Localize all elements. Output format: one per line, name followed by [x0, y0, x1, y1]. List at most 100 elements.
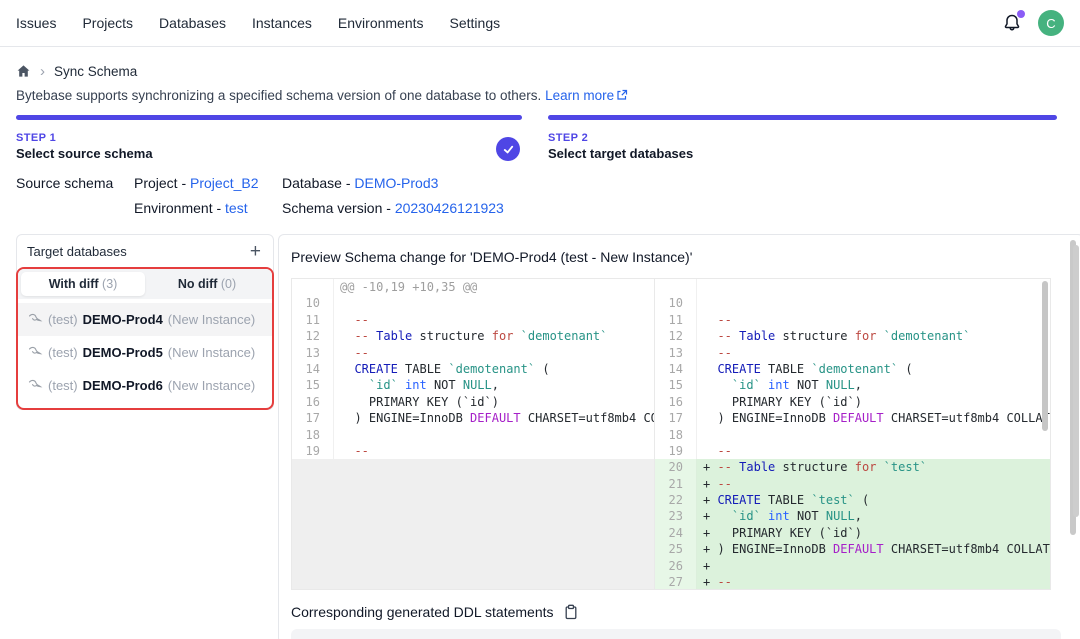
diff-line: 27+ --: [655, 574, 1050, 589]
diff-line: 22+ CREATE TABLE `test` (: [655, 492, 1050, 508]
diff-line: 14 CREATE TABLE `demotenant` (: [292, 361, 654, 377]
line-number: 10: [292, 295, 334, 311]
mysql-icon: [28, 312, 43, 327]
line-number: 19: [292, 443, 334, 459]
code-content: --: [334, 312, 654, 328]
schema-version-link[interactable]: 20230426121923: [395, 200, 504, 216]
line-number: 20: [655, 459, 697, 475]
code-content: `id` int NOT NULL,: [697, 377, 1050, 393]
no-diff-count: (0): [221, 277, 236, 291]
nav-item-instances[interactable]: Instances: [252, 15, 312, 31]
code-content: PRIMARY KEY (`id`): [697, 394, 1050, 410]
learn-more-link[interactable]: Learn more: [545, 88, 628, 103]
diff-line: 14 CREATE TABLE `demotenant` (: [655, 361, 1050, 377]
step-1-label: STEP 1: [16, 132, 522, 144]
code-content: [697, 427, 1050, 443]
line-number: 12: [655, 328, 697, 344]
line-number: 10: [655, 295, 697, 311]
breadcrumb: › Sync Schema: [16, 64, 1064, 79]
code-content: + -- Table structure for `test`: [697, 459, 1050, 475]
diff-line: 21+ --: [655, 476, 1050, 492]
line-number: 21: [655, 476, 697, 492]
source-schema-summary: Source schema Project - Project_B2 Datab…: [16, 175, 1064, 216]
diff-line: 23+ `id` int NOT NULL,: [655, 508, 1050, 524]
step-indicator: STEP 1 Select source schema STEP 2 Selec…: [16, 115, 1057, 161]
diff-line: 19 --: [655, 443, 1050, 459]
diff-line: 25+ ) ENGINE=InnoDB DEFAULT CHARSET=utf8…: [655, 541, 1050, 557]
home-icon[interactable]: [16, 64, 31, 79]
tab-with-diff[interactable]: With diff (3): [21, 272, 145, 296]
code-content: [697, 295, 1050, 311]
code-content: PRIMARY KEY (`id`): [334, 394, 654, 410]
tab-no-diff[interactable]: No diff (0): [145, 272, 269, 296]
diff-line: 17 ) ENGINE=InnoDB DEFAULT CHARSET=utf8m…: [292, 410, 654, 426]
step-2-title: Select target databases: [548, 146, 1057, 161]
nav-item-issues[interactable]: Issues: [16, 15, 56, 31]
code-content: ) ENGINE=InnoDB DEFAULT CHARSET=utf8mb4 …: [697, 410, 1050, 426]
diff-line: 12 -- Table structure for `demotenant`: [292, 328, 654, 344]
diff-line: 15 `id` int NOT NULL,: [292, 377, 654, 393]
code-content: -- Table structure for `demotenant`: [697, 328, 1050, 344]
line-number: 15: [655, 377, 697, 393]
code-content: [334, 295, 654, 311]
add-target-database-button[interactable]: +: [248, 242, 263, 261]
intro-text: Bytebase supports synchronizing a specif…: [16, 88, 1064, 103]
target-databases-title: Target databases: [27, 244, 127, 259]
line-number: 13: [292, 345, 334, 361]
main-content: Target databases + With diff (3) No diff…: [16, 234, 1062, 639]
target-database-item[interactable]: (test) DEMO-Prod6 (New Instance): [18, 369, 272, 402]
code-content: + `id` int NOT NULL,: [697, 508, 1050, 524]
line-number: 13: [655, 345, 697, 361]
environment-link[interactable]: test: [225, 200, 248, 216]
mysql-icon: [28, 345, 43, 360]
step-2-bar: [548, 115, 1057, 120]
nav-item-databases[interactable]: Databases: [159, 15, 226, 31]
line-number: 25: [655, 541, 697, 557]
database-link[interactable]: DEMO-Prod3: [354, 175, 438, 191]
line-number: 22: [655, 492, 697, 508]
top-navbar: Issues Projects Databases Instances Envi…: [0, 0, 1080, 47]
window-scrollbar[interactable]: [1073, 245, 1079, 517]
code-content: --: [697, 345, 1050, 361]
avatar[interactable]: C: [1038, 10, 1064, 36]
nav-item-environments[interactable]: Environments: [338, 15, 424, 31]
db-name: DEMO-Prod5: [83, 345, 163, 360]
diff-line: [655, 279, 1050, 295]
ddl-section-title: Corresponding generated DDL statements: [291, 604, 554, 620]
editor-scrollbar[interactable]: [1042, 281, 1048, 431]
diff-line: 12 -- Table structure for `demotenant`: [655, 328, 1050, 344]
diff-line: 17 ) ENGINE=InnoDB DEFAULT CHARSET=utf8m…: [655, 410, 1050, 426]
target-database-item[interactable]: (test) DEMO-Prod5 (New Instance): [18, 336, 272, 369]
diff-line: 10: [655, 295, 1050, 311]
target-databases-highlight-box: With diff (3) No diff (0) (test) DEMO-Pr…: [16, 267, 274, 410]
with-diff-count: (3): [102, 277, 117, 291]
nav-right: C: [1002, 10, 1064, 36]
step-1: STEP 1 Select source schema: [16, 115, 522, 161]
source-environment-field: Environment - test: [134, 200, 282, 216]
line-number: 27: [655, 574, 697, 589]
diff-line: 10: [292, 295, 654, 311]
line-number: 26: [655, 558, 697, 574]
code-content: + CREATE TABLE `test` (: [697, 492, 1050, 508]
schema-diff-editor[interactable]: @@ -10,19 +10,35 @@1011 --12 -- Table st…: [291, 278, 1051, 590]
notification-bell-button[interactable]: [1002, 13, 1022, 33]
nav-item-projects[interactable]: Projects: [82, 15, 133, 31]
code-content: --: [697, 443, 1050, 459]
project-link[interactable]: Project_B2: [190, 175, 258, 191]
check-icon: [502, 143, 515, 156]
diff-pane-modified: 1011 --12 -- Table structure for `demote…: [655, 279, 1050, 589]
ddl-section-header: Corresponding generated DDL statements: [279, 590, 1080, 629]
step-2: STEP 2 Select target databases: [548, 115, 1057, 161]
source-project-field: Project - Project_B2: [134, 175, 282, 191]
nav-item-settings[interactable]: Settings: [450, 15, 501, 31]
target-database-item[interactable]: (test) DEMO-Prod4 (New Instance): [18, 303, 272, 336]
breadcrumb-page: Sync Schema: [54, 64, 137, 79]
clipboard-icon[interactable]: [563, 604, 579, 620]
line-number: 16: [292, 394, 334, 410]
line-number: 24: [655, 525, 697, 541]
ddl-statements-block: [291, 629, 1061, 639]
diff-tabs: With diff (3) No diff (0): [18, 269, 272, 299]
diff-line: 16 PRIMARY KEY (`id`): [292, 394, 654, 410]
diff-line: @@ -10,19 +10,35 @@: [292, 279, 654, 295]
line-number: 15: [292, 377, 334, 393]
